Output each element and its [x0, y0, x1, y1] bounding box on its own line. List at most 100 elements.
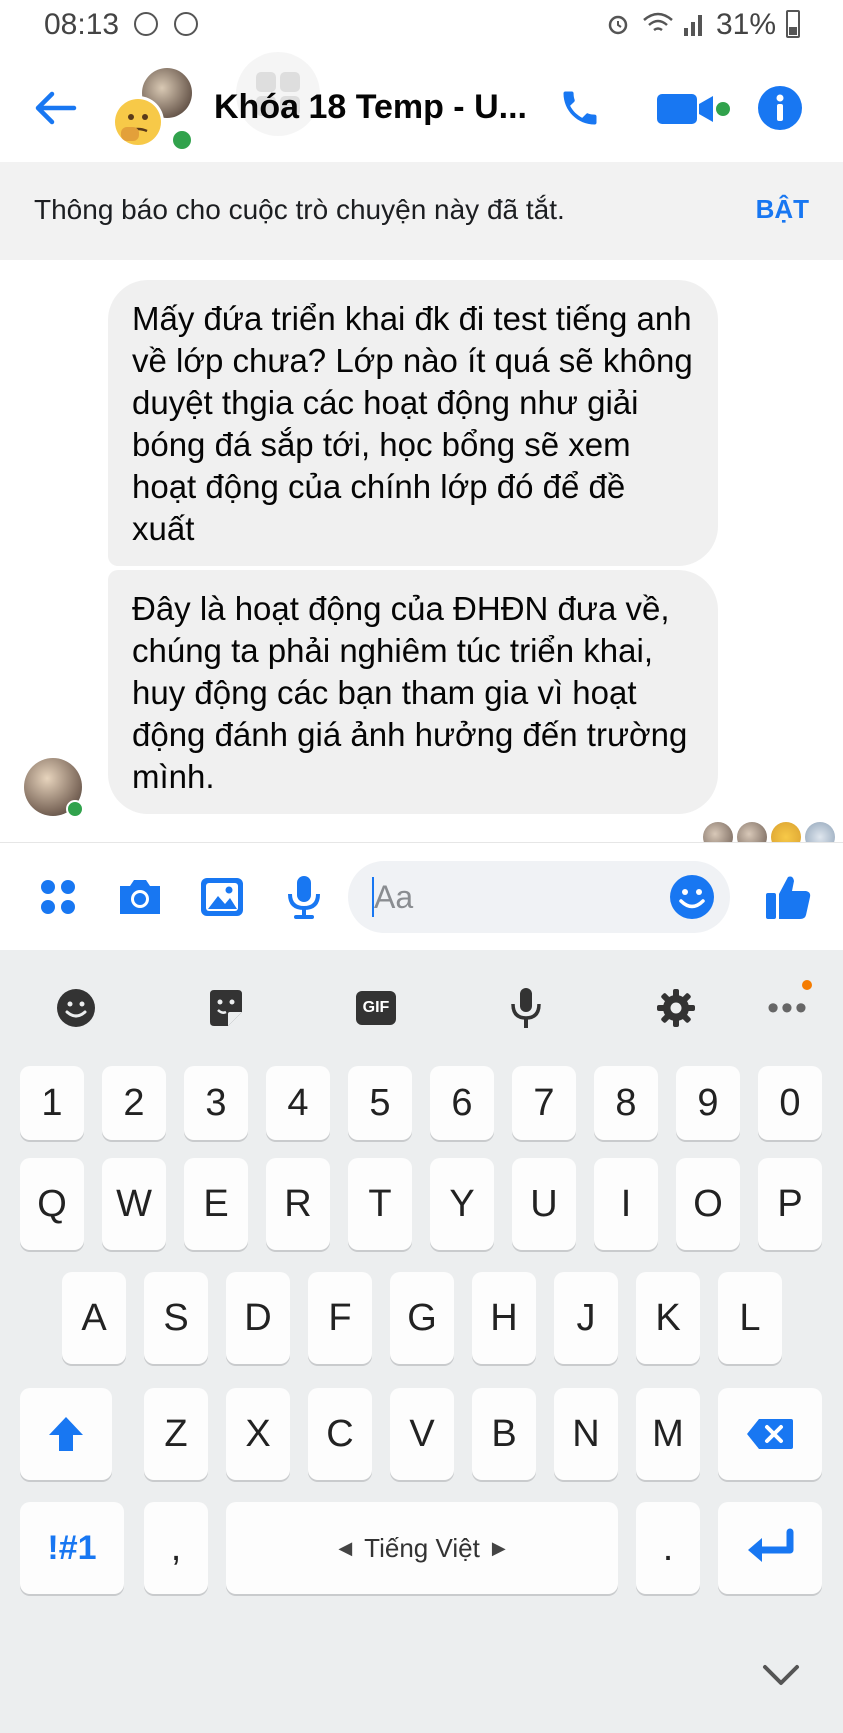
key-l[interactable]: L [718, 1272, 782, 1364]
gallery-icon [201, 878, 243, 916]
camera-button[interactable] [112, 869, 168, 925]
key-o[interactable]: O [676, 1158, 740, 1250]
key-8[interactable]: 8 [594, 1066, 658, 1140]
keyboard-emoji-button[interactable] [48, 980, 104, 1036]
notification-dot [802, 980, 812, 990]
message-placeholder: Aa [374, 879, 414, 915]
key-f[interactable]: F [308, 1272, 372, 1364]
key-d[interactable]: D [226, 1272, 290, 1364]
message-bubble[interactable]: Đây là hoạt động của ĐHĐN đưa về, chúng … [108, 570, 718, 814]
battery-percent: 31% [716, 8, 777, 41]
space-bar-label: Tiếng Việt [364, 1532, 480, 1563]
keyboard-more-button[interactable]: ••• [760, 980, 816, 1036]
member-avatar [112, 96, 164, 148]
shift-key[interactable] [20, 1388, 112, 1480]
key-v[interactable]: V [390, 1388, 454, 1480]
key-c[interactable]: C [308, 1388, 372, 1480]
emoji-icon [670, 875, 714, 919]
phone-icon [563, 91, 597, 125]
like-button[interactable] [760, 869, 816, 925]
symbols-key[interactable]: !#1 [20, 1502, 124, 1594]
key-4[interactable]: 4 [266, 1066, 330, 1140]
period-key[interactable]: . [636, 1502, 700, 1594]
messenger-notification-icon [174, 12, 198, 36]
status-bar: 08:13 31% [0, 0, 843, 52]
read-receipts[interactable] [703, 822, 835, 842]
enter-key[interactable] [718, 1502, 822, 1594]
mute-notice-text: Thông báo cho cuộc trò chuyện này đã tắt… [34, 194, 565, 225]
comma-key[interactable]: , [144, 1502, 208, 1594]
sticker-icon [210, 990, 242, 1026]
key-7[interactable]: 7 [512, 1066, 576, 1140]
turn-on-notifications-button[interactable]: BẬT [756, 194, 809, 225]
key-5[interactable]: 5 [348, 1066, 412, 1140]
gallery-button[interactable] [194, 869, 250, 925]
backspace-key[interactable] [718, 1388, 822, 1480]
key-m[interactable]: M [636, 1388, 700, 1480]
info-button[interactable] [748, 76, 812, 140]
call-button[interactable] [548, 76, 612, 140]
key-e[interactable]: E [184, 1158, 248, 1250]
key-p[interactable]: P [758, 1158, 822, 1250]
key-3[interactable]: 3 [184, 1066, 248, 1140]
keyboard-sticker-button[interactable] [198, 980, 254, 1036]
key-r[interactable]: R [266, 1158, 330, 1250]
mute-notice-banner: Thông báo cho cuộc trò chuyện này đã tắt… [0, 162, 843, 261]
key-h[interactable]: H [472, 1272, 536, 1364]
key-x[interactable]: X [226, 1388, 290, 1480]
message-input[interactable]: Aa [348, 861, 730, 933]
menu-grid-icon [41, 880, 75, 914]
key-1[interactable]: 1 [20, 1066, 84, 1140]
key-g[interactable]: G [390, 1272, 454, 1364]
more-actions-button[interactable] [30, 869, 86, 925]
key-y[interactable]: Y [430, 1158, 494, 1250]
voice-message-button[interactable] [276, 869, 332, 925]
emoji-icon [57, 989, 95, 1027]
wifi-icon [643, 12, 673, 32]
reader-avatar [703, 822, 733, 842]
key-j[interactable]: J [554, 1272, 618, 1364]
thumbs-up-icon [766, 876, 811, 919]
chat-title[interactable]: Khóa 18 Temp - U... [214, 88, 527, 127]
hide-keyboard-button[interactable] [758, 1652, 804, 1698]
more-icon: ••• [767, 989, 809, 1027]
key-n[interactable]: N [554, 1388, 618, 1480]
message-bubble[interactable]: Mấy đứa triển khai đk đi test tiếng anh … [108, 280, 718, 566]
message-list[interactable]: Mấy đứa triển khai đk đi test tiếng anh … [0, 260, 843, 842]
keyboard-settings-button[interactable] [648, 980, 704, 1036]
sender-avatar[interactable] [24, 758, 84, 818]
microphone-icon [511, 988, 541, 1028]
info-icon [758, 86, 802, 130]
key-z[interactable]: Z [144, 1388, 208, 1480]
keyboard-gif-button[interactable]: GIF [348, 980, 404, 1036]
enter-arrow-icon [748, 1528, 794, 1562]
key-b[interactable]: B [472, 1388, 536, 1480]
video-camera-icon [657, 94, 730, 124]
back-button[interactable] [28, 80, 84, 136]
key-2[interactable]: 2 [102, 1066, 166, 1140]
video-call-button[interactable] [650, 76, 736, 140]
key-w[interactable]: W [102, 1158, 166, 1250]
key-u[interactable]: U [512, 1158, 576, 1250]
key-0[interactable]: 0 [758, 1066, 822, 1140]
emoji-button[interactable] [666, 871, 718, 923]
key-9[interactable]: 9 [676, 1066, 740, 1140]
key-s[interactable]: S [144, 1272, 208, 1364]
key-k[interactable]: K [636, 1272, 700, 1364]
shift-arrow-icon [49, 1417, 83, 1451]
key-a[interactable]: A [62, 1272, 126, 1364]
group-avatar[interactable] [112, 68, 194, 152]
key-q[interactable]: Q [20, 1158, 84, 1250]
settings-gear-icon [657, 989, 695, 1027]
online-indicator [170, 128, 194, 152]
reader-avatar [805, 822, 835, 842]
microphone-icon [288, 876, 320, 919]
chevron-down-icon [763, 1665, 799, 1685]
key-6[interactable]: 6 [430, 1066, 494, 1140]
keyboard-voice-button[interactable] [498, 980, 554, 1036]
message-composer: Aa [0, 842, 843, 951]
space-bar[interactable]: ◀ Tiếng Việt ▶ [226, 1502, 618, 1594]
key-t[interactable]: T [348, 1158, 412, 1250]
battery-icon [786, 10, 800, 38]
key-i[interactable]: I [594, 1158, 658, 1250]
